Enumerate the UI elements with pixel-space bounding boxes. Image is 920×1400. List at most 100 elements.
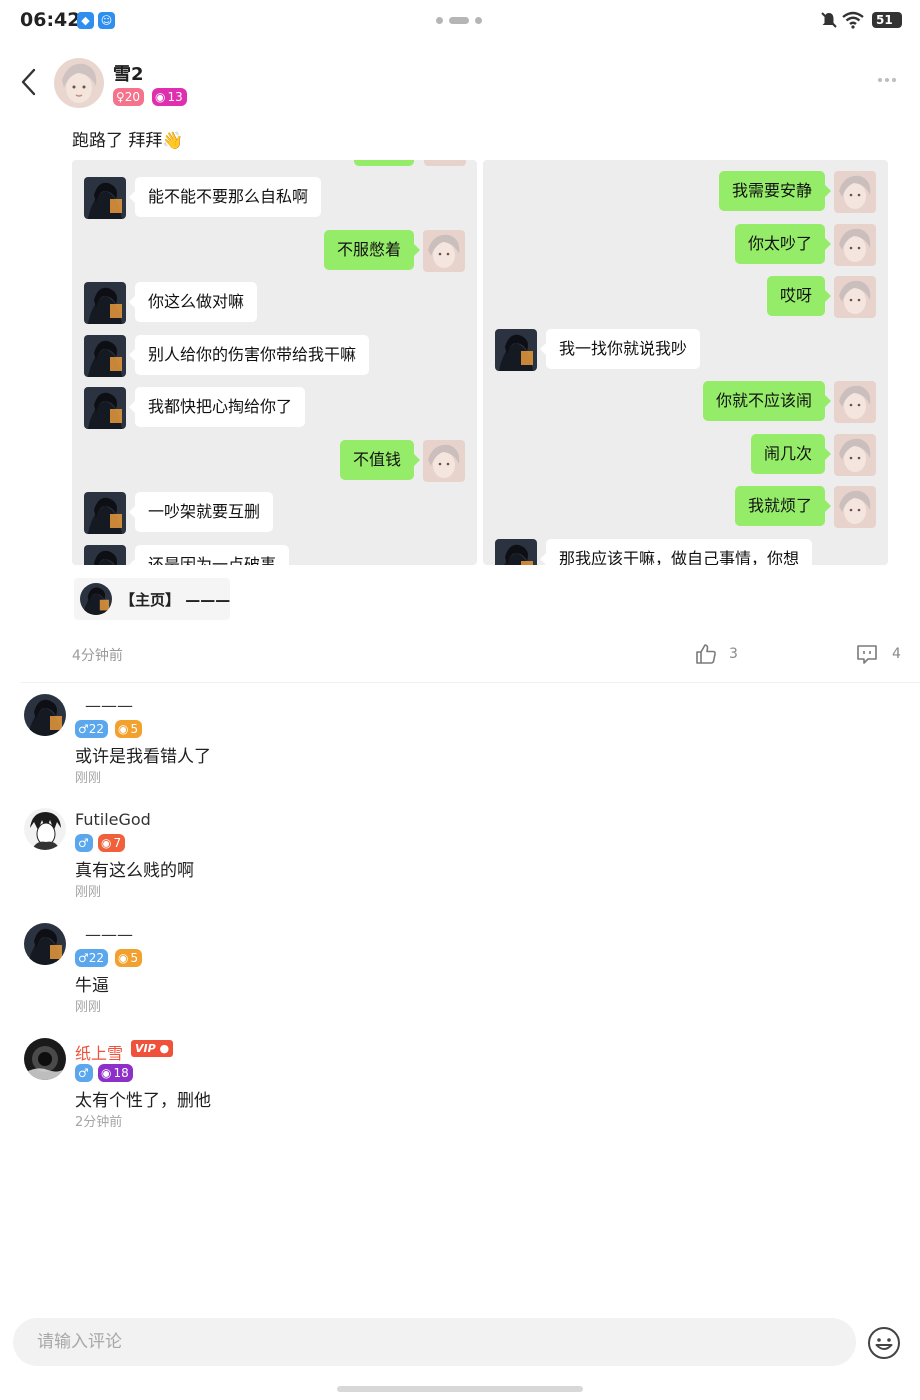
comment-item[interactable]: ——— ♂22 ◉ 5 牛逼 刚刚 xyxy=(0,923,920,1023)
status-bar: 06:42 ◆ ☺ 51 xyxy=(0,0,920,44)
commenter-name[interactable]: ——— xyxy=(85,925,133,944)
chat-bubble-received: 别人给你的伤害你带给我干嘛 xyxy=(128,334,370,375)
chat-avatar-receiver xyxy=(84,544,126,565)
commenter-avatar[interactable] xyxy=(24,694,66,736)
app-notification-icon: ☺ xyxy=(98,12,115,29)
multitask-dots-icon[interactable] xyxy=(436,16,484,24)
level-icon: ◉ xyxy=(118,951,129,965)
chat-avatar-sender xyxy=(834,171,876,213)
level-badge: ◉ 18 xyxy=(98,1064,133,1082)
level-value: 13 xyxy=(167,90,183,104)
wifi-icon xyxy=(842,11,864,29)
gender-badge: ♂ xyxy=(75,834,93,852)
chat-bubble-received: 能不能不要那么自私啊 xyxy=(128,177,322,217)
status-time: 06:42 xyxy=(20,9,81,31)
home-link-label: 【主页】 ——— xyxy=(120,591,231,609)
mute-bell-icon xyxy=(821,12,837,28)
chat-bubble-received: 还是因为一点破事 xyxy=(128,544,290,565)
chat-bubble-sent: 闹几次 xyxy=(750,433,832,474)
chat-avatar-sender xyxy=(834,381,876,423)
comment-time: 刚刚 xyxy=(75,885,102,900)
post-time: 4分钟前 xyxy=(72,648,123,664)
chat-bubble-received: 你这么做对嘛 xyxy=(128,282,258,322)
level-badge: ◉ 13 xyxy=(152,88,187,106)
back-arrow-icon[interactable] xyxy=(14,64,44,100)
chat-bubble-sent: 你就不应该闹 xyxy=(702,381,832,421)
level-icon: ◉ xyxy=(101,1066,112,1080)
post-text: 跑路了 拜拜👋 xyxy=(72,131,184,151)
chat-avatar-receiver xyxy=(84,492,126,534)
chat-avatar-receiver xyxy=(84,387,126,429)
chat-bubble-sent: 不值钱 xyxy=(339,439,421,480)
chat-bubble-received: 那我应该干嘛，做自己事情，你想 xyxy=(539,538,813,565)
comment-bubble-icon[interactable] xyxy=(855,642,879,666)
comment-input-bar[interactable] xyxy=(13,1318,856,1366)
level-icon: ◉ xyxy=(101,836,112,850)
post-image-chat-screenshot-1[interactable]: 能不能不要那么自私啊 不服憋着你这么做对嘛别人给你的伤害你带给我干嘛 我都快把心掏给… xyxy=(72,160,477,565)
commenter-name[interactable]: 纸上雪 xyxy=(75,1040,123,1064)
home-indicator[interactable] xyxy=(337,1386,583,1392)
chat-avatar-sender xyxy=(834,433,876,476)
level-value: 5 xyxy=(130,951,139,965)
chat-bubble-received: 一吵架就要互删 xyxy=(128,492,274,532)
vip-badge: VIP ● xyxy=(131,1040,174,1057)
gender-badge: ♂ xyxy=(75,1064,93,1082)
author-home-link[interactable]: 【主页】 ——— xyxy=(74,578,230,620)
chat-bubble-sent: 你太吵了 xyxy=(734,223,832,264)
commenter-avatar[interactable] xyxy=(24,1038,66,1080)
level-badge: ◉ 5 xyxy=(115,720,143,738)
app-notification-icon: ◆ xyxy=(77,12,94,29)
comment-item[interactable]: 纸上雪 VIP ● ♂ ◉ 18 太有个性了，删他 2分钟前 xyxy=(0,1038,920,1138)
comment-count: 4 xyxy=(892,646,901,662)
commenter-name[interactable]: FutileGod xyxy=(75,810,151,829)
level-icon: ◉ xyxy=(118,722,129,736)
chat-avatar-sender xyxy=(834,486,876,528)
author-avatar[interactable] xyxy=(54,58,104,108)
comment-input[interactable] xyxy=(37,1318,837,1366)
comment-text: 或许是我看错人了 xyxy=(75,747,211,767)
comment-text: 太有个性了，删他 xyxy=(75,1091,211,1111)
commenter-name[interactable]: ——— xyxy=(85,696,133,715)
chat-avatar-receiver xyxy=(84,177,126,219)
chat-avatar-receiver xyxy=(84,282,126,324)
chat-avatar-receiver xyxy=(495,328,537,371)
level-value: 18 xyxy=(113,1066,129,1080)
commenter-avatar[interactable] xyxy=(24,808,66,850)
gender-age-badge: ♂22 xyxy=(75,949,109,967)
chat-bubble-sent: 哎呀 xyxy=(766,276,832,316)
chat-bubble-received: 我一找你就说我吵 xyxy=(539,328,701,369)
mini-avatar xyxy=(80,583,112,615)
level-value: 7 xyxy=(113,836,122,850)
chat-avatar-receiver xyxy=(495,538,537,565)
commenter-avatar[interactable] xyxy=(24,923,66,965)
level-icon: ◉ xyxy=(155,90,166,104)
chat-bubble-sent: 不服憋着 xyxy=(323,229,421,270)
comment-item[interactable]: ——— ♂22 ◉ 5 或许是我看错人了 刚刚 xyxy=(0,694,920,794)
author-name[interactable]: 雪2 xyxy=(113,60,144,86)
like-count: 3 xyxy=(729,646,738,662)
vip-label: VIP xyxy=(135,1042,156,1055)
comment-item[interactable]: FutileGod ♂ ◉ 7 真有这么贱的啊 刚刚 xyxy=(0,808,920,908)
level-badge: ◉ 7 xyxy=(98,834,126,852)
level-value: 5 xyxy=(130,722,139,736)
chat-bubble-received: 我都快把心掏给你了 xyxy=(128,387,306,427)
comment-time: 刚刚 xyxy=(75,1000,102,1015)
chat-avatar-receiver xyxy=(84,334,126,377)
gender-age-badge: ♂22 xyxy=(75,720,109,738)
emoji-icon[interactable] xyxy=(867,1326,901,1360)
divider xyxy=(20,682,920,683)
comment-text: 牛逼 xyxy=(75,976,109,996)
comment-time: 2分钟前 xyxy=(75,1115,123,1130)
chat-avatar-sender xyxy=(423,439,465,482)
gender-age-badge: ♀20 xyxy=(113,88,145,106)
chat-bubble-sent: 我就烦了 xyxy=(734,486,832,526)
post-image-chat-screenshot-2[interactable]: 我需要安静你太吵了哎呀我一找你就说我吵 你就不应该闹闹几次我就烦了那我应该干嘛，做… xyxy=(483,160,888,565)
chat-avatar-sender xyxy=(834,276,876,318)
chat-avatar-sender xyxy=(834,223,876,266)
more-options-icon[interactable] xyxy=(878,74,898,84)
chat-bubble-sent: 我需要安静 xyxy=(718,171,832,211)
thumbs-up-icon[interactable] xyxy=(694,642,718,666)
battery-icon: 51 xyxy=(872,12,902,28)
post-header: 雪2 ♀20 ◉ 13 xyxy=(0,52,920,116)
chat-avatar-sender xyxy=(423,229,465,272)
